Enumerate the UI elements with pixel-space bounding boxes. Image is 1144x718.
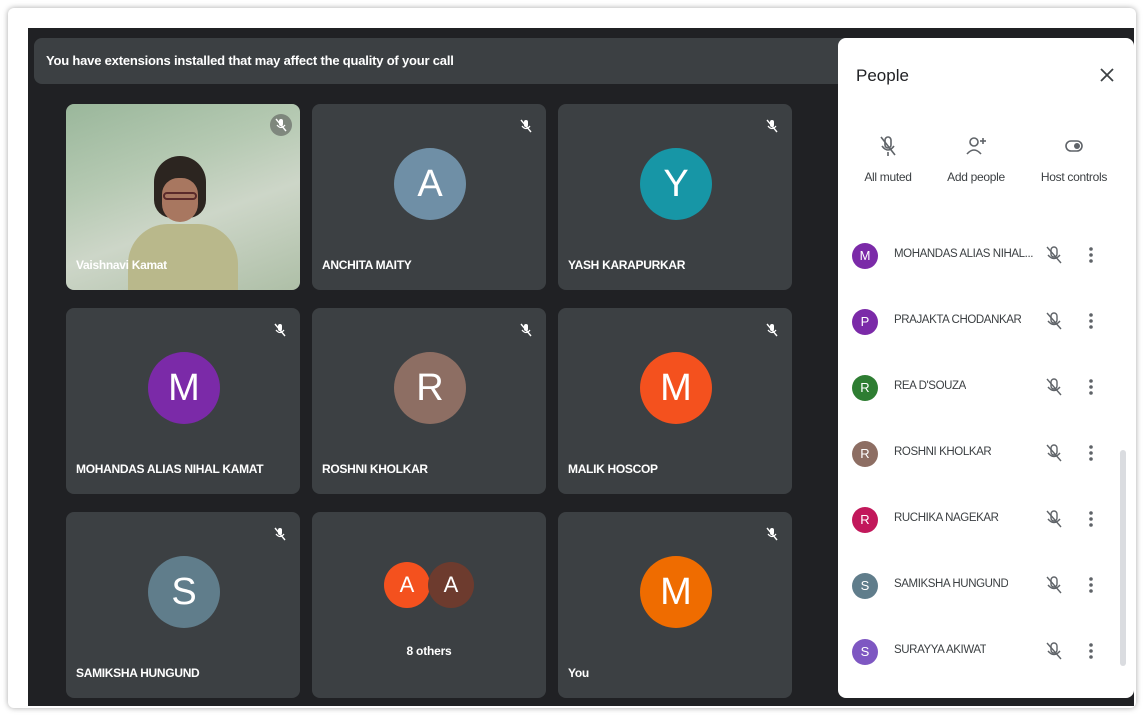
participant-name: SURAYYA AKIWAT <box>894 644 987 656</box>
participant-name: PRAJAKTA CHODANKAR <box>894 314 1022 326</box>
avatar: A <box>384 562 430 608</box>
list-item[interactable]: P PRAJAKTA CHODANKAR <box>838 300 1134 366</box>
participant-name: RUCHIKA NAGEKAR <box>894 512 999 524</box>
avatar: R <box>852 441 878 467</box>
others-tile[interactable]: A A 8 others <box>312 512 546 698</box>
more-options-icon[interactable] <box>1086 245 1096 265</box>
add-person-icon <box>928 134 1024 158</box>
participant-name: YASH KARAPURKAR <box>568 258 686 272</box>
avatar: R <box>852 375 878 401</box>
mic-off-icon <box>272 322 288 338</box>
list-item[interactable]: S SURAYYA AKIWAT <box>838 630 1134 696</box>
mic-off-icon[interactable] <box>1044 245 1064 265</box>
participant-name: MOHANDAS ALIAS NIHAL KAMAT <box>76 462 264 476</box>
mic-off-icon <box>518 118 534 134</box>
all-muted-button[interactable]: All muted <box>840 134 936 184</box>
avatar: R <box>394 352 466 424</box>
avatar: M <box>852 243 878 269</box>
people-panel: People All muted Add people Host control… <box>838 38 1134 698</box>
action-label: Add people <box>947 170 1005 184</box>
participant-tile[interactable]: R ROSHNI KHOLKAR <box>312 308 546 494</box>
participant-name: REA D'SOUZA <box>894 380 966 392</box>
mic-off-icon[interactable] <box>1044 443 1064 463</box>
avatar: Y <box>640 148 712 220</box>
participant-tile[interactable]: M MALIK HOSCOP <box>558 308 792 494</box>
participant-tile-self[interactable]: M You <box>558 512 792 698</box>
add-people-button[interactable]: Add people <box>928 134 1024 184</box>
video-person-glasses <box>163 192 197 200</box>
participant-name: You <box>568 666 589 680</box>
participant-list: M MOHANDAS ALIAS NIHAL... P PRAJAKTA CHO… <box>838 234 1134 696</box>
video-person-body <box>128 224 238 290</box>
mic-off-icon[interactable] <box>1044 311 1064 331</box>
more-options-icon[interactable] <box>1086 575 1096 595</box>
participant-tile-video[interactable]: Vaishnavi Kamat <box>66 104 300 290</box>
mic-off-icon <box>764 322 780 338</box>
mic-off-icon <box>764 118 780 134</box>
others-count-label: 8 others <box>406 644 452 658</box>
participant-tile[interactable]: S SAMIKSHA HUNGUND <box>66 512 300 698</box>
participant-name: Vaishnavi Kamat <box>76 258 167 272</box>
avatar: P <box>852 309 878 335</box>
mic-off-icon <box>518 322 534 338</box>
more-options-icon[interactable] <box>1086 443 1096 463</box>
more-options-icon[interactable] <box>1086 377 1096 397</box>
avatar: M <box>148 352 220 424</box>
participant-name: MOHANDAS ALIAS NIHAL... <box>894 248 1034 260</box>
video-person-face <box>162 178 198 222</box>
list-item[interactable]: S SAMIKSHA HUNGUND <box>838 564 1134 630</box>
action-label: All muted <box>864 170 912 184</box>
participant-tile[interactable]: M MOHANDAS ALIAS NIHAL KAMAT <box>66 308 300 494</box>
mic-off-icon[interactable] <box>1044 575 1064 595</box>
participant-name: SAMIKSHA HUNGUND <box>894 578 1009 590</box>
more-options-icon[interactable] <box>1086 641 1096 661</box>
list-item[interactable]: R RUCHIKA NAGEKAR <box>838 498 1134 564</box>
more-options-icon[interactable] <box>1086 509 1096 529</box>
participant-tile[interactable]: Y YASH KARAPURKAR <box>558 104 792 290</box>
participant-name: ROSHNI KHOLKAR <box>894 446 992 458</box>
avatar: S <box>852 639 878 665</box>
avatar: A <box>428 562 474 608</box>
panel-title: People <box>856 66 909 85</box>
host-controls-button[interactable]: Host controls <box>1024 134 1124 184</box>
avatar: S <box>852 573 878 599</box>
mic-off-icon[interactable] <box>1044 509 1064 529</box>
list-item[interactable]: R REA D'SOUZA <box>838 366 1134 432</box>
participant-name: ANCHITA MAITY <box>322 258 412 272</box>
mic-off-icon[interactable] <box>1044 641 1064 661</box>
participant-name: MALIK HOSCOP <box>568 462 658 476</box>
participant-tile[interactable]: A ANCHITA MAITY <box>312 104 546 290</box>
participant-name: ROSHNI KHOLKAR <box>322 462 428 476</box>
mic-off-icon <box>270 114 292 136</box>
avatar: A <box>394 148 466 220</box>
mic-off-icon[interactable] <box>1044 377 1064 397</box>
participant-name: SAMIKSHA HUNGUND <box>76 666 200 680</box>
avatar: S <box>148 556 220 628</box>
avatar: R <box>852 507 878 533</box>
host-controls-icon <box>1024 134 1124 158</box>
more-options-icon[interactable] <box>1086 311 1096 331</box>
mic-off-icon <box>840 134 936 158</box>
list-item[interactable]: R ROSHNI KHOLKAR <box>838 432 1134 498</box>
action-label: Host controls <box>1040 170 1108 184</box>
avatar: M <box>640 352 712 424</box>
mic-off-icon <box>764 526 780 542</box>
mic-off-icon <box>272 526 288 542</box>
list-item[interactable]: M MOHANDAS ALIAS NIHAL... <box>838 234 1134 300</box>
close-icon[interactable] <box>1096 64 1118 86</box>
panel-scrollbar[interactable] <box>1120 450 1126 666</box>
avatar: M <box>640 556 712 628</box>
